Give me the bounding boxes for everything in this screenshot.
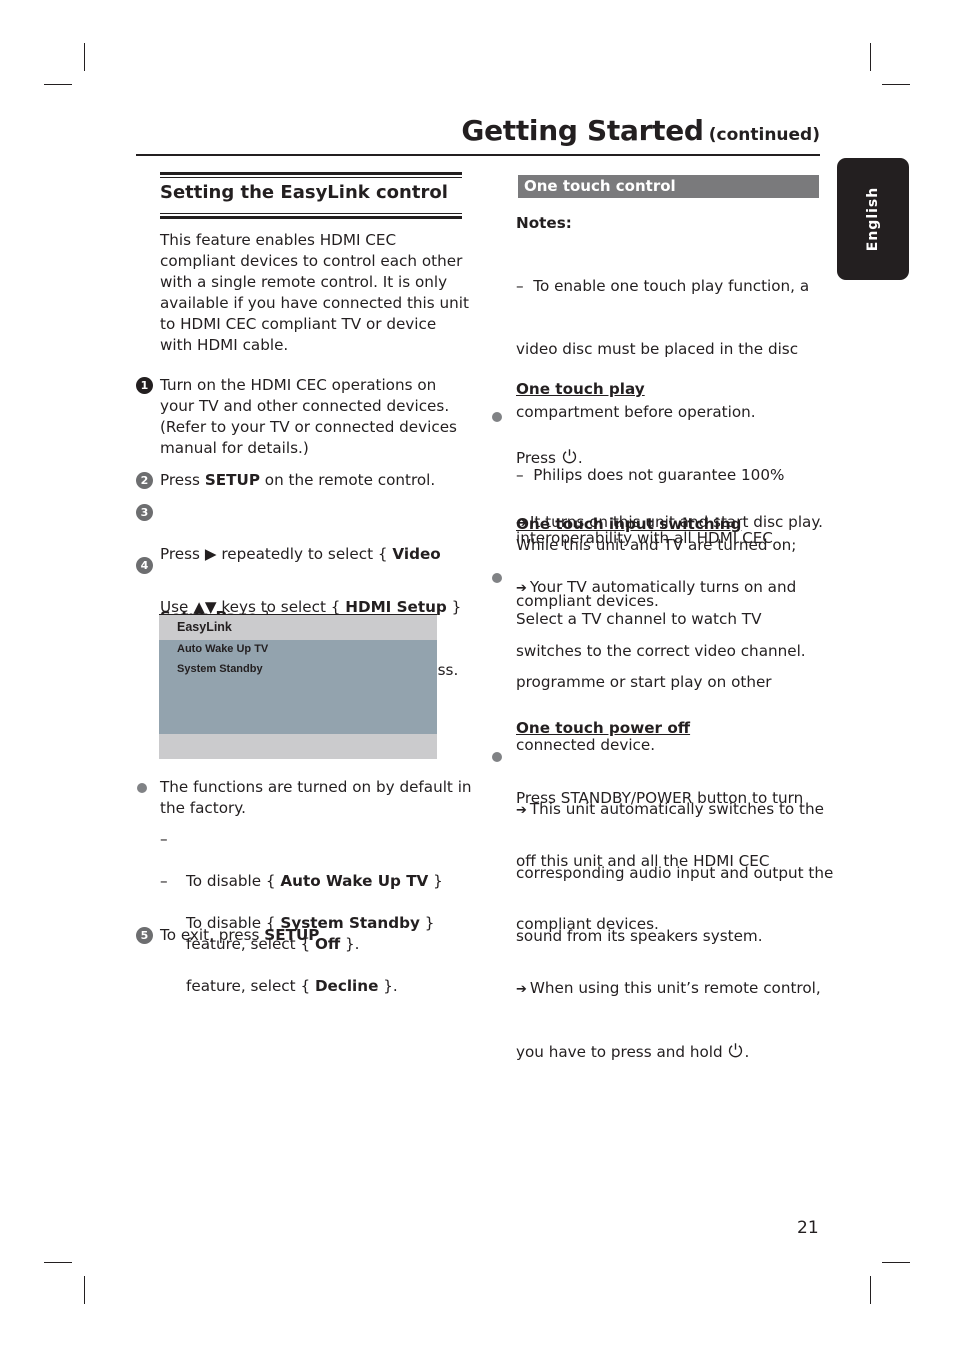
power-off-text: Press STANDBY/POWER button to turn off t… <box>516 746 821 1084</box>
language-tab: English <box>837 158 909 280</box>
text-line: the factory. <box>160 799 246 817</box>
crop-mark <box>882 1262 910 1263</box>
page-number: 21 <box>797 1218 819 1238</box>
text-line: with a single remote control. It is only <box>160 273 448 291</box>
step-number-1: 1 <box>136 377 153 394</box>
page-title-main: Getting Started <box>461 114 704 147</box>
step-2-text: Press SETUP on the remote control. <box>160 470 435 491</box>
step-5-text: To exit, press SETUP. <box>160 925 324 946</box>
default-note: The functions are turned on by default i… <box>160 777 472 819</box>
text-line: video disc must be placed in the disc <box>516 340 799 358</box>
text-line: with HDMI cable. <box>160 336 289 354</box>
text: } <box>419 914 435 932</box>
text-line: off this unit and all the HDMI CEC <box>516 852 770 870</box>
text-line: Turn on the HDMI CEC operations on <box>160 376 437 394</box>
text: you have to press and hold <box>516 1043 728 1061</box>
bullet-icon <box>137 783 147 793</box>
section-title-bar: One touch control <box>518 175 819 198</box>
crop-mark <box>84 43 85 71</box>
text-line: manual for details.) <box>160 439 309 457</box>
easylink-menu-screenshot: EasyLink Auto Wake Up TV System Standby <box>159 614 437 759</box>
text: feature, select { <box>186 977 315 995</box>
menu-item-system-standby: System Standby <box>177 663 263 675</box>
text: . <box>744 1043 750 1061</box>
step-1-text: Turn on the HDMI CEC operations on your … <box>160 375 457 459</box>
bullet-icon <box>492 752 502 762</box>
intro-paragraph: This feature enables HDMI CEC compliant … <box>160 230 469 356</box>
text: }. <box>378 977 398 995</box>
text: } <box>446 598 462 616</box>
page-title: Getting Started (continued) <box>461 114 820 147</box>
heading-rule-top-thin <box>160 177 462 178</box>
text-line: This feature enables HDMI CEC <box>160 231 397 249</box>
text: . <box>319 926 325 944</box>
step-number-2: 2 <box>136 472 153 489</box>
language-tab-label: English <box>865 186 881 252</box>
subheading-one-touch-play: One touch play <box>516 380 645 398</box>
crop-mark <box>870 1276 871 1304</box>
bullet-icon <box>492 412 502 422</box>
menu-footer <box>159 734 437 759</box>
text: When using this unit’s remote control, <box>529 979 821 997</box>
crop-mark <box>870 43 871 71</box>
button-name: SETUP <box>204 471 260 489</box>
button-name: SETUP <box>264 926 320 944</box>
heading-rule-top <box>160 172 462 175</box>
notes-label: Notes: <box>516 214 572 232</box>
power-icon <box>729 1043 743 1058</box>
crop-mark <box>84 1276 85 1304</box>
power-icon <box>562 449 576 464</box>
option-value: Decline <box>314 977 379 995</box>
menu-header: EasyLink <box>159 615 437 640</box>
crop-mark <box>44 84 72 85</box>
text: on the remote control. <box>259 471 436 489</box>
result-arrow-icon: ➔ <box>516 982 527 997</box>
text-line: Press STANDBY/POWER button to turn <box>516 789 804 807</box>
heading-rule-bottom <box>160 216 462 219</box>
text-line: programme or start play on other <box>516 673 772 691</box>
disable-dash: – <box>160 830 168 848</box>
menu-title: EasyLink <box>177 620 232 634</box>
step-number-4: 4 <box>136 557 153 574</box>
menu-body: Auto Wake Up TV System Standby <box>159 640 437 734</box>
disable-dash: – <box>160 872 168 890</box>
text-line: The functions are turned on by default i… <box>160 778 472 796</box>
step-number-3: 3 <box>136 504 153 521</box>
step-number-5: 5 <box>136 927 153 944</box>
text-line: compliant devices to control each other <box>160 252 463 270</box>
page-title-suffix: (continued) <box>708 125 820 145</box>
text-line: – To enable one touch play function, a <box>516 277 810 295</box>
crop-mark <box>44 1262 72 1263</box>
text: Press <box>160 471 205 489</box>
section-title: One touch control <box>524 177 676 195</box>
text-line: Select a TV channel to watch TV <box>516 610 762 628</box>
text-line: (Refer to your TV or connected devices <box>160 418 457 436</box>
heading-rule-bottom-thin <box>160 213 462 214</box>
text-line: available if you have connected this uni… <box>160 294 469 312</box>
text-line: your TV and other connected devices. <box>160 397 450 415</box>
input-intro: While this unit and TV are turned on; <box>516 536 797 554</box>
text-line: compliant devices. <box>516 915 659 933</box>
bullet-icon <box>492 573 502 583</box>
text: . <box>577 449 583 467</box>
crop-mark <box>882 84 910 85</box>
subheading-one-touch-power-off: One touch power off <box>516 719 691 737</box>
subheading-one-touch-input: One touch input switching <box>516 515 742 533</box>
text: To exit, press <box>160 926 265 944</box>
section-heading: Setting the EasyLink control <box>160 182 448 203</box>
menu-item-auto-wake-up-tv: Auto Wake Up TV <box>177 643 269 655</box>
header-rule <box>136 154 820 156</box>
text-line: to HDMI CEC compliant TV or device <box>160 315 437 333</box>
text: Press <box>516 449 561 467</box>
